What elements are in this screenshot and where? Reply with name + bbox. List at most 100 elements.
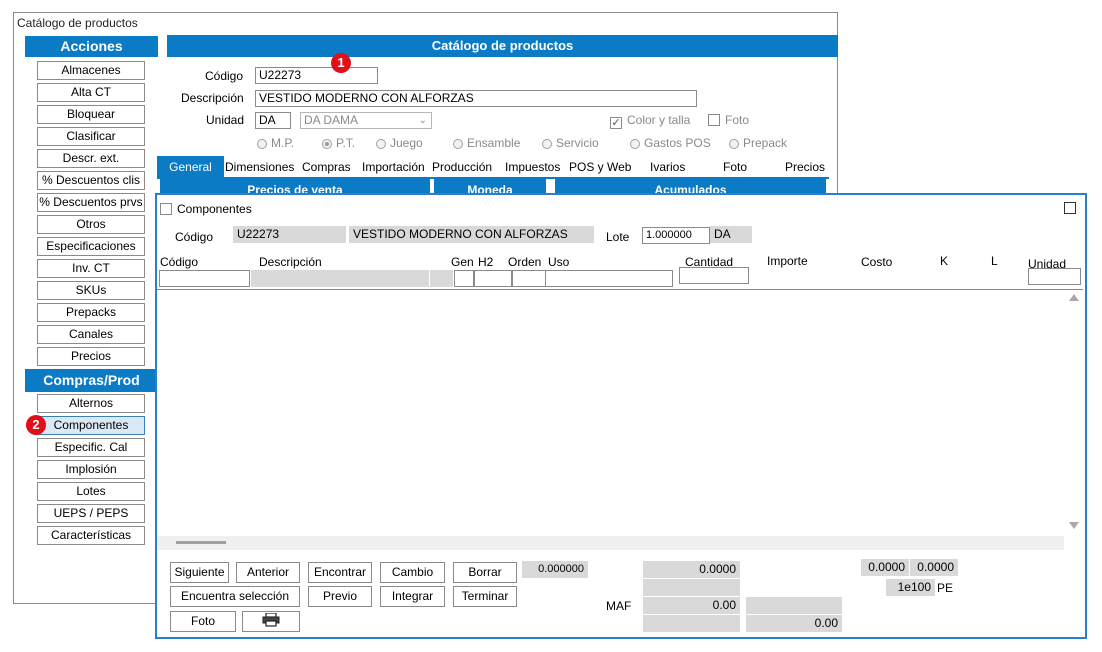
chevron-down-icon: ⌄ bbox=[418, 115, 427, 126]
entry-cantidad[interactable] bbox=[679, 267, 749, 284]
radio-servicio[interactable]: Servicio bbox=[542, 136, 599, 150]
foto-checkbox[interactable]: Foto bbox=[708, 113, 749, 127]
caracteristicas-button[interactable]: Características bbox=[37, 526, 145, 545]
encontrar-button[interactable]: Encontrar bbox=[308, 562, 372, 583]
radio-gastos-pos[interactable]: Gastos POS bbox=[630, 136, 711, 150]
descr-ext-button[interactable]: Descr. ext. bbox=[37, 149, 145, 168]
radio-pt[interactable]: P.T. bbox=[322, 136, 355, 150]
entry-orden[interactable] bbox=[512, 270, 546, 287]
especific-cal-button[interactable]: Especific. Cal bbox=[37, 438, 145, 457]
precios-button[interactable]: Precios bbox=[37, 347, 145, 366]
bottom-value: 0.00 bbox=[746, 615, 842, 632]
descripcion-input[interactable]: VESTIDO MODERNO CON ALFORZAS bbox=[255, 90, 697, 107]
cambio-button[interactable]: Cambio bbox=[380, 562, 445, 583]
entry-gen[interactable] bbox=[454, 270, 474, 287]
lote-unit: DA bbox=[710, 226, 752, 243]
radio-prepack[interactable]: Prepack bbox=[729, 136, 787, 150]
exp-unit: PE bbox=[937, 581, 954, 595]
foto-label: Foto bbox=[725, 113, 750, 127]
lote-input[interactable]: 1.000000 bbox=[642, 227, 710, 244]
col-l: L bbox=[991, 254, 998, 268]
bloquear-button[interactable]: Bloquear bbox=[37, 105, 145, 124]
entry-codigo[interactable] bbox=[159, 270, 250, 287]
descripcion-label: Descripción bbox=[181, 91, 244, 105]
tab-importacion[interactable]: Importación bbox=[362, 160, 425, 174]
anterior-button[interactable]: Anterior bbox=[236, 562, 300, 583]
almacenes-button[interactable]: Almacenes bbox=[37, 61, 145, 80]
unidad-select[interactable]: DA DAMA ⌄ bbox=[300, 112, 432, 129]
col-h2: H2 bbox=[478, 255, 494, 269]
radio-juego[interactable]: Juego bbox=[376, 136, 423, 150]
col-gen: Gen bbox=[451, 255, 474, 269]
tab-dimensiones[interactable]: Dimensiones bbox=[225, 160, 294, 174]
previo-button[interactable]: Previo bbox=[308, 586, 372, 607]
radio-circle bbox=[729, 139, 739, 149]
components-list[interactable] bbox=[157, 289, 1083, 552]
col-orden: Orden bbox=[508, 255, 542, 269]
radio-mp[interactable]: M.P. bbox=[257, 136, 294, 150]
entry-h2[interactable] bbox=[474, 270, 512, 287]
printer-icon bbox=[262, 612, 280, 627]
entry-uso[interactable] bbox=[545, 270, 673, 287]
scroll-down-icon[interactable] bbox=[1069, 522, 1079, 529]
k-total: 0.0000 bbox=[861, 559, 909, 576]
maf-value: 0.00 bbox=[643, 597, 740, 614]
color-talla-checkbox[interactable]: ✓ Color y talla bbox=[610, 113, 690, 129]
maximize-icon[interactable] bbox=[1064, 202, 1076, 214]
horizontal-scrollbar[interactable] bbox=[157, 536, 1064, 550]
componentes-button[interactable]: Componentes bbox=[37, 416, 145, 435]
tab-precios[interactable]: Precios bbox=[785, 160, 825, 174]
radio-servicio-label: Servicio bbox=[556, 136, 599, 150]
implosion-button[interactable]: Implosión bbox=[37, 460, 145, 479]
tab-ivarios[interactable]: Ivarios bbox=[650, 160, 685, 174]
col-importe: Importe bbox=[767, 254, 808, 268]
tab-compras[interactable]: Compras bbox=[302, 160, 351, 174]
acciones-header: Acciones bbox=[25, 36, 158, 57]
tab-general[interactable]: General bbox=[157, 156, 224, 177]
siguiente-button[interactable]: Siguiente bbox=[170, 562, 229, 583]
borrar-button[interactable]: Borrar bbox=[453, 562, 517, 583]
window-title: Catálogo de productos bbox=[17, 16, 138, 30]
foto-button[interactable]: Foto bbox=[170, 611, 236, 632]
skus-button[interactable]: SKUs bbox=[37, 281, 145, 300]
descuentos-prvs-button[interactable]: % Descuentos prvs bbox=[37, 193, 145, 212]
clasificar-button[interactable]: Clasificar bbox=[37, 127, 145, 146]
costo-empty-1 bbox=[746, 597, 842, 614]
lotes-button[interactable]: Lotes bbox=[37, 482, 145, 501]
tab-pos-web[interactable]: POS y Web bbox=[569, 160, 631, 174]
dialog-title: Componentes bbox=[160, 202, 252, 216]
especificaciones-button[interactable]: Especificaciones bbox=[37, 237, 145, 256]
tab-produccion[interactable]: Producción bbox=[432, 160, 492, 174]
encuentra-seleccion-button[interactable]: Encuentra selección bbox=[170, 586, 300, 607]
col-codigo: Código bbox=[160, 255, 199, 269]
dlg-codigo-label: Código bbox=[175, 230, 214, 244]
checkbox-box bbox=[708, 114, 720, 126]
radio-ensamble[interactable]: Ensamble bbox=[453, 136, 520, 150]
otros-button[interactable]: Otros bbox=[37, 215, 145, 234]
prepacks-button[interactable]: Prepacks bbox=[37, 303, 145, 322]
horizontal-scroll-thumb[interactable] bbox=[176, 541, 226, 544]
vertical-scrollbar[interactable] bbox=[1066, 290, 1082, 536]
inv-ct-button[interactable]: Inv. CT bbox=[37, 259, 145, 278]
dlg-descripcion-value: VESTIDO MODERNO CON ALFORZAS bbox=[349, 226, 594, 243]
dlg-codigo-value: U22273 bbox=[233, 226, 346, 243]
descuentos-clis-button[interactable]: % Descuentos clis bbox=[37, 171, 145, 190]
ueps-peps-button[interactable]: UEPS / PEPS bbox=[37, 504, 145, 523]
unidad-input[interactable]: DA bbox=[255, 112, 291, 129]
tab-impuestos[interactable]: Impuestos bbox=[505, 160, 560, 174]
alta-ct-button[interactable]: Alta CT bbox=[37, 83, 145, 102]
alternos-button[interactable]: Alternos bbox=[37, 394, 145, 413]
radio-circle bbox=[257, 139, 267, 149]
radio-circle bbox=[376, 139, 386, 149]
radio-prepack-label: Prepack bbox=[743, 136, 788, 150]
tab-foto[interactable]: Foto bbox=[723, 160, 747, 174]
canales-button[interactable]: Canales bbox=[37, 325, 145, 344]
check-icon: ✓ bbox=[610, 117, 622, 129]
entry-unidad[interactable] bbox=[1028, 268, 1081, 285]
importe-empty-1 bbox=[643, 579, 740, 596]
integrar-button[interactable]: Integrar bbox=[380, 586, 445, 607]
scroll-up-icon[interactable] bbox=[1069, 294, 1079, 301]
terminar-button[interactable]: Terminar bbox=[453, 586, 517, 607]
print-button[interactable] bbox=[242, 611, 300, 632]
codigo-input[interactable]: U22273 bbox=[255, 67, 378, 84]
